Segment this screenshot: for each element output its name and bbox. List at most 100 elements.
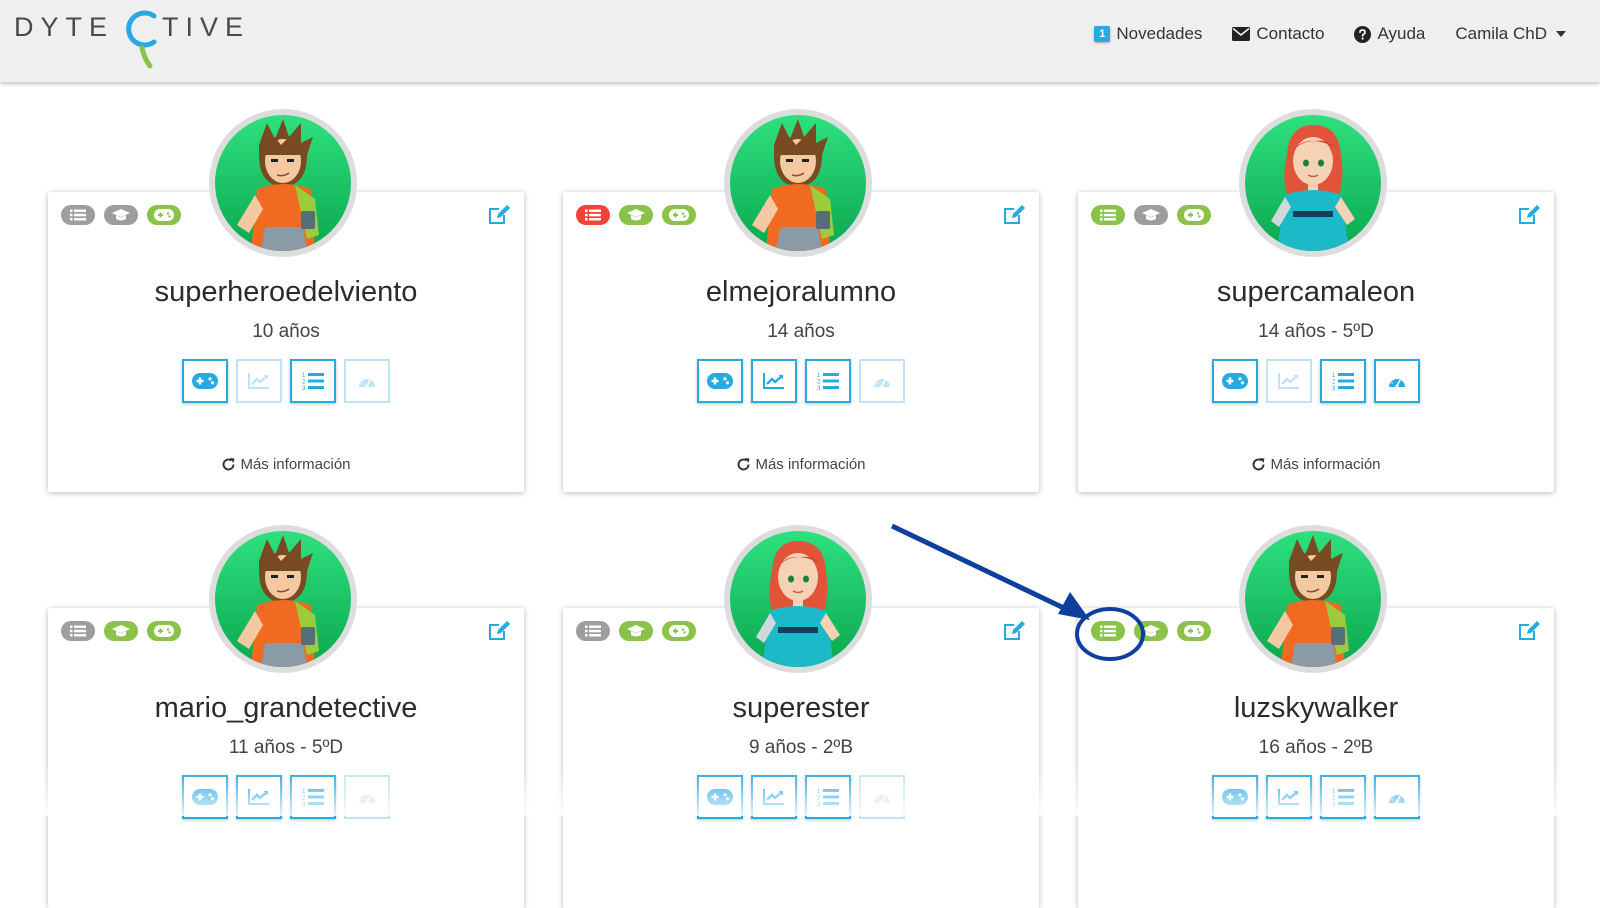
play-games-button[interactable] <box>182 359 228 403</box>
student-age: 9 años - 2ºB <box>748 737 854 758</box>
gamepad-icon <box>669 625 689 637</box>
list-status-pill[interactable] <box>1091 205 1125 225</box>
nav-help-label: Ayuda <box>1377 24 1426 43</box>
edit-student-button[interactable] <box>487 620 511 647</box>
list-status-pill[interactable] <box>61 621 95 641</box>
results-list-button[interactable]: 123 <box>290 359 336 403</box>
graduation-cap-icon <box>627 625 645 637</box>
chart-icon <box>248 373 269 389</box>
gamepad-status-pill[interactable] <box>662 621 696 641</box>
status-pills <box>61 621 190 641</box>
svg-text:2: 2 <box>817 380 821 386</box>
student-avatar <box>209 525 357 673</box>
gamepad-icon <box>669 209 689 221</box>
graduation-cap-status-pill[interactable] <box>1134 205 1168 225</box>
gamepad-icon <box>1184 209 1204 221</box>
refresh-icon <box>1253 458 1265 471</box>
svg-text:1: 1 <box>1332 373 1336 379</box>
nav-contact[interactable]: Contacto <box>1232 24 1324 44</box>
student-username: mario_grandetective <box>154 692 418 724</box>
more-info-label: Más información <box>755 456 866 473</box>
dashboard-icon <box>359 377 375 388</box>
student-actions: 123 <box>48 359 524 403</box>
play-games-button[interactable] <box>697 359 743 403</box>
boy-avatar-image <box>215 115 351 251</box>
girl-avatar-image <box>1245 115 1381 251</box>
progress-chart-button[interactable] <box>751 359 797 403</box>
more-info-link[interactable]: Más información <box>48 456 524 473</box>
results-list-button[interactable]: 123 <box>1320 359 1366 403</box>
gamepad-status-pill[interactable] <box>1177 621 1211 641</box>
gamepad-status-pill[interactable] <box>147 205 181 225</box>
list-icon <box>1100 209 1116 221</box>
edit-student-button[interactable] <box>1517 204 1541 231</box>
svg-text:2: 2 <box>302 380 306 386</box>
graduation-cap-status-pill[interactable] <box>619 621 653 641</box>
student-avatar <box>724 109 872 257</box>
gamepad-status-pill[interactable] <box>147 621 181 641</box>
play-games-button[interactable] <box>1212 359 1258 403</box>
student-username: superheroedelviento <box>154 276 418 308</box>
student-avatar <box>724 525 872 673</box>
gamepad-status-pill[interactable] <box>662 205 696 225</box>
list-status-pill[interactable] <box>576 621 610 641</box>
edit-student-button[interactable] <box>1002 620 1026 647</box>
user-menu-dropdown[interactable]: Camila ChD <box>1455 24 1566 44</box>
gamepad-icon <box>192 373 218 389</box>
status-pills <box>1091 621 1220 641</box>
list-status-pill[interactable] <box>576 205 610 225</box>
results-list-button[interactable]: 123 <box>805 359 851 403</box>
student-age: 10 años <box>252 321 320 342</box>
dashboard-button[interactable] <box>344 359 390 403</box>
graduation-cap-icon <box>112 209 130 221</box>
list-icon <box>1100 625 1116 637</box>
user-name: Camila ChD <box>1455 24 1547 43</box>
list-status-pill[interactable] <box>1091 621 1125 641</box>
question-circle-icon <box>1354 25 1372 43</box>
edit-student-button[interactable] <box>487 204 511 231</box>
list-icon <box>585 209 601 221</box>
status-pills <box>61 205 190 225</box>
student-username: superester <box>732 692 870 724</box>
list-status-pill[interactable] <box>61 205 95 225</box>
student-avatar <box>1239 109 1387 257</box>
student-age: 11 años - 5ºD <box>228 737 344 758</box>
graduation-cap-status-pill[interactable] <box>619 205 653 225</box>
more-info-link[interactable]: Más información <box>563 456 1039 473</box>
ordered-list-icon: 123 <box>1332 373 1354 391</box>
logo-text-right: TIVE <box>162 12 251 42</box>
ordered-list-icon: 123 <box>302 373 324 391</box>
gamepad-status-pill[interactable] <box>1177 205 1211 225</box>
graduation-cap-status-pill[interactable] <box>104 621 138 641</box>
student-actions: 123 <box>563 359 1039 403</box>
more-info-link[interactable]: Más información <box>1078 456 1554 473</box>
status-pills <box>576 205 705 225</box>
gamepad-icon <box>1222 373 1248 389</box>
more-info-label: Más información <box>240 456 351 473</box>
edit-icon <box>1004 621 1025 640</box>
edit-icon <box>489 621 510 640</box>
top-navbar: DYTE TIVE 1 Novedades Contacto Ayuda Cam… <box>0 0 1600 82</box>
progress-chart-button[interactable] <box>1266 359 1312 403</box>
dashboard-button[interactable] <box>859 359 905 403</box>
student-card: superester9 años - 2ºB123 <box>563 525 1039 908</box>
edit-student-button[interactable] <box>1002 204 1026 231</box>
nav-help[interactable]: Ayuda <box>1354 24 1425 44</box>
list-icon <box>585 625 601 637</box>
progress-chart-button[interactable] <box>236 359 282 403</box>
graduation-cap-status-pill[interactable] <box>104 205 138 225</box>
gamepad-icon <box>154 625 174 637</box>
graduation-cap-status-pill[interactable] <box>1134 621 1168 641</box>
student-age: 16 años - 2ºB <box>1258 737 1374 758</box>
student-age: 14 años - 5ºD <box>1258 321 1374 342</box>
edit-student-button[interactable] <box>1517 620 1541 647</box>
dashboard-icon <box>874 377 890 388</box>
news-count-badge: 1 <box>1094 26 1111 42</box>
list-icon <box>70 209 86 221</box>
svg-text:1: 1 <box>817 373 821 379</box>
student-actions: 123 <box>1078 359 1554 403</box>
nav-news[interactable]: 1 Novedades <box>1094 24 1202 44</box>
dashboard-button[interactable] <box>1374 359 1420 403</box>
gamepad-icon <box>707 373 733 389</box>
student-username: luzskywalker <box>1233 692 1399 724</box>
